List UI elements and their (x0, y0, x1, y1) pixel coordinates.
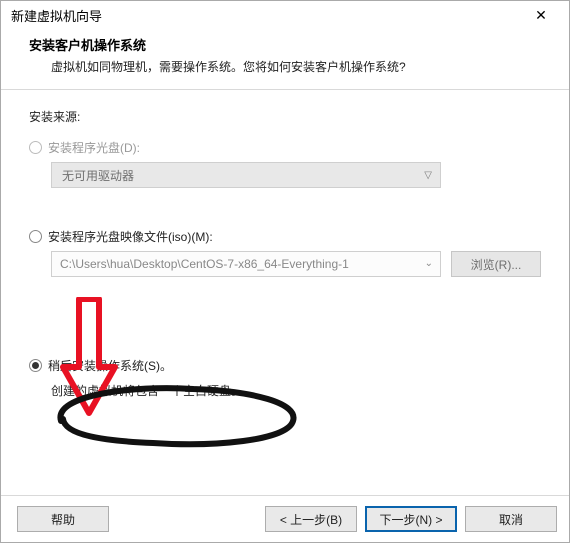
option-iso-row: 安装程序光盘映像文件(iso)(M): (29, 228, 541, 245)
wizard-header: 安装客户机操作系统 虚拟机如同物理机，需要操作系统。您将如何安装客户机操作系统? (1, 29, 569, 90)
iso-path-row: ⌄ 浏览(R)... (51, 251, 541, 277)
window-title: 新建虚拟机向导 (11, 6, 102, 25)
radio-later[interactable] (29, 359, 42, 372)
install-source-label: 安装来源: (29, 108, 541, 125)
drive-combo-text: 无可用驱动器 (62, 167, 134, 184)
help-button[interactable]: 帮助 (17, 506, 109, 532)
chevron-down-icon: ▽ (424, 170, 432, 181)
radio-iso[interactable] (29, 230, 42, 243)
option-disc-label: 安装程序光盘(D): (48, 139, 140, 156)
titlebar: 新建虚拟机向导 ✕ (1, 1, 569, 29)
option-later-row: 稍后安装操作系统(S)。 (29, 357, 541, 374)
wizard-body: 安装来源: 安装程序光盘(D): 无可用驱动器 ▽ 安装程序光盘映像文件(iso… (1, 90, 569, 409)
page-title: 安装客户机操作系统 (29, 35, 549, 54)
wizard-footer: 帮助 < 上一步(B) 下一步(N) > 取消 (1, 495, 569, 542)
option-later-hint: 创建的虚拟机将包含一个空白硬盘。 (51, 382, 541, 399)
browse-button[interactable]: 浏览(R)... (451, 251, 541, 277)
drive-combo[interactable]: 无可用驱动器 ▽ (51, 162, 441, 188)
next-button[interactable]: 下一步(N) > (365, 506, 457, 532)
cancel-button[interactable]: 取消 (465, 506, 557, 532)
radio-disc[interactable] (29, 141, 42, 154)
option-later-label: 稍后安装操作系统(S)。 (48, 357, 172, 374)
back-button[interactable]: < 上一步(B) (265, 506, 357, 532)
page-subtitle: 虚拟机如同物理机，需要操作系统。您将如何安装客户机操作系统? (51, 58, 549, 75)
iso-path-input[interactable] (51, 251, 441, 277)
close-icon[interactable]: ✕ (521, 7, 561, 24)
option-iso-label: 安装程序光盘映像文件(iso)(M): (48, 228, 213, 245)
option-disc-row: 安装程序光盘(D): (29, 139, 541, 156)
